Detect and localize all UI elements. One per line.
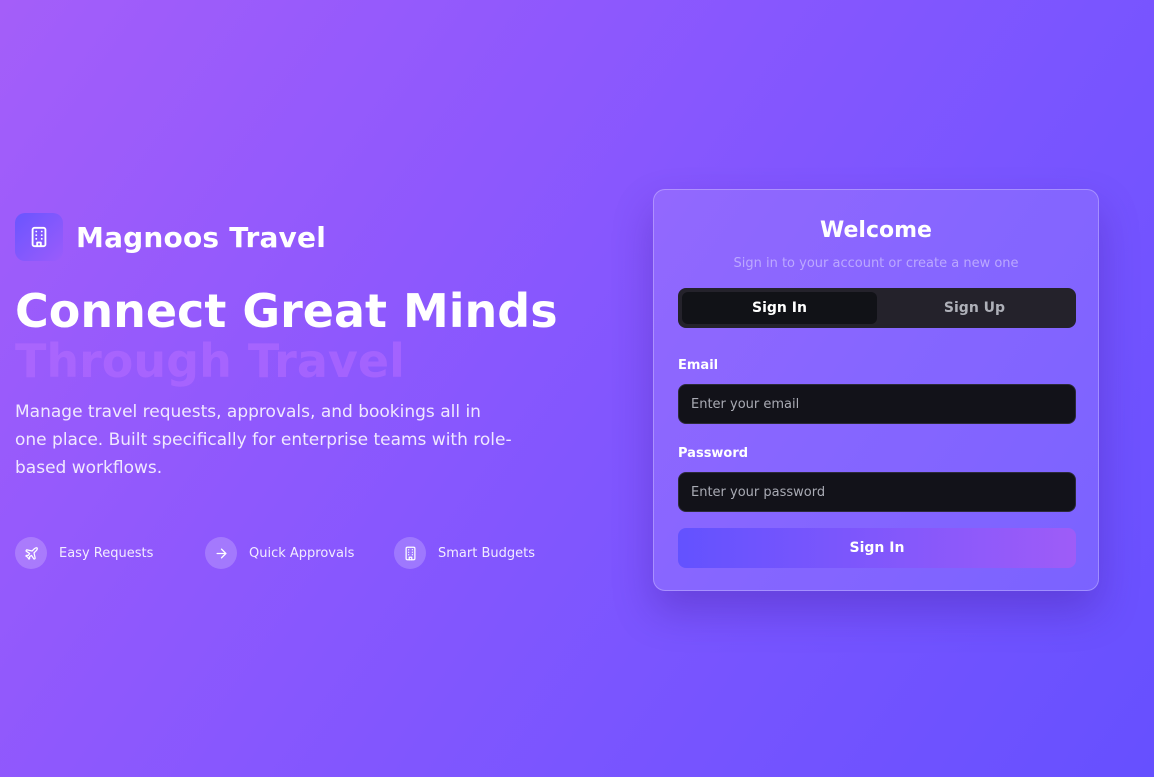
- plane-icon: [15, 537, 47, 569]
- feature-quick-approvals: Quick Approvals: [205, 537, 394, 569]
- brand-name: Magnoos Travel: [76, 220, 326, 254]
- feature-easy-requests: Easy Requests: [15, 537, 205, 569]
- building-icon: [15, 213, 63, 261]
- password-label: Password: [678, 446, 749, 461]
- tab-sign-in[interactable]: Sign In: [682, 292, 877, 324]
- email-field[interactable]: [678, 384, 1076, 424]
- password-field[interactable]: [678, 472, 1076, 512]
- feature-label: Easy Requests: [59, 545, 154, 561]
- sign-in-button[interactable]: Sign In: [678, 528, 1076, 568]
- hero-headline-line2: Through Travel: [15, 334, 405, 388]
- feature-list: Easy Requests Quick Approvals Smart Budg…: [15, 537, 554, 569]
- brand: Magnoos Travel: [15, 213, 326, 261]
- email-label: Email: [678, 358, 719, 373]
- feature-label: Smart Budgets: [438, 545, 535, 561]
- auth-subtitle: Sign in to your account or create a new …: [733, 256, 1019, 271]
- arrow-right-icon: [205, 537, 237, 569]
- feature-label: Quick Approvals: [249, 545, 355, 561]
- feature-smart-budgets: Smart Budgets: [394, 537, 554, 569]
- hero-headline-line1: Connect Great Minds: [15, 284, 558, 338]
- building-icon: [394, 537, 426, 569]
- hero-headline: Connect Great Minds Through Travel: [15, 286, 558, 386]
- hero-description: Manage travel requests, approvals, and b…: [15, 402, 512, 478]
- auth-title: Welcome: [820, 218, 932, 243]
- tab-sign-up[interactable]: Sign Up: [877, 292, 1072, 324]
- auth-card: Welcome Sign in to your account or creat…: [653, 189, 1099, 591]
- auth-tabs: Sign In Sign Up: [678, 288, 1076, 328]
